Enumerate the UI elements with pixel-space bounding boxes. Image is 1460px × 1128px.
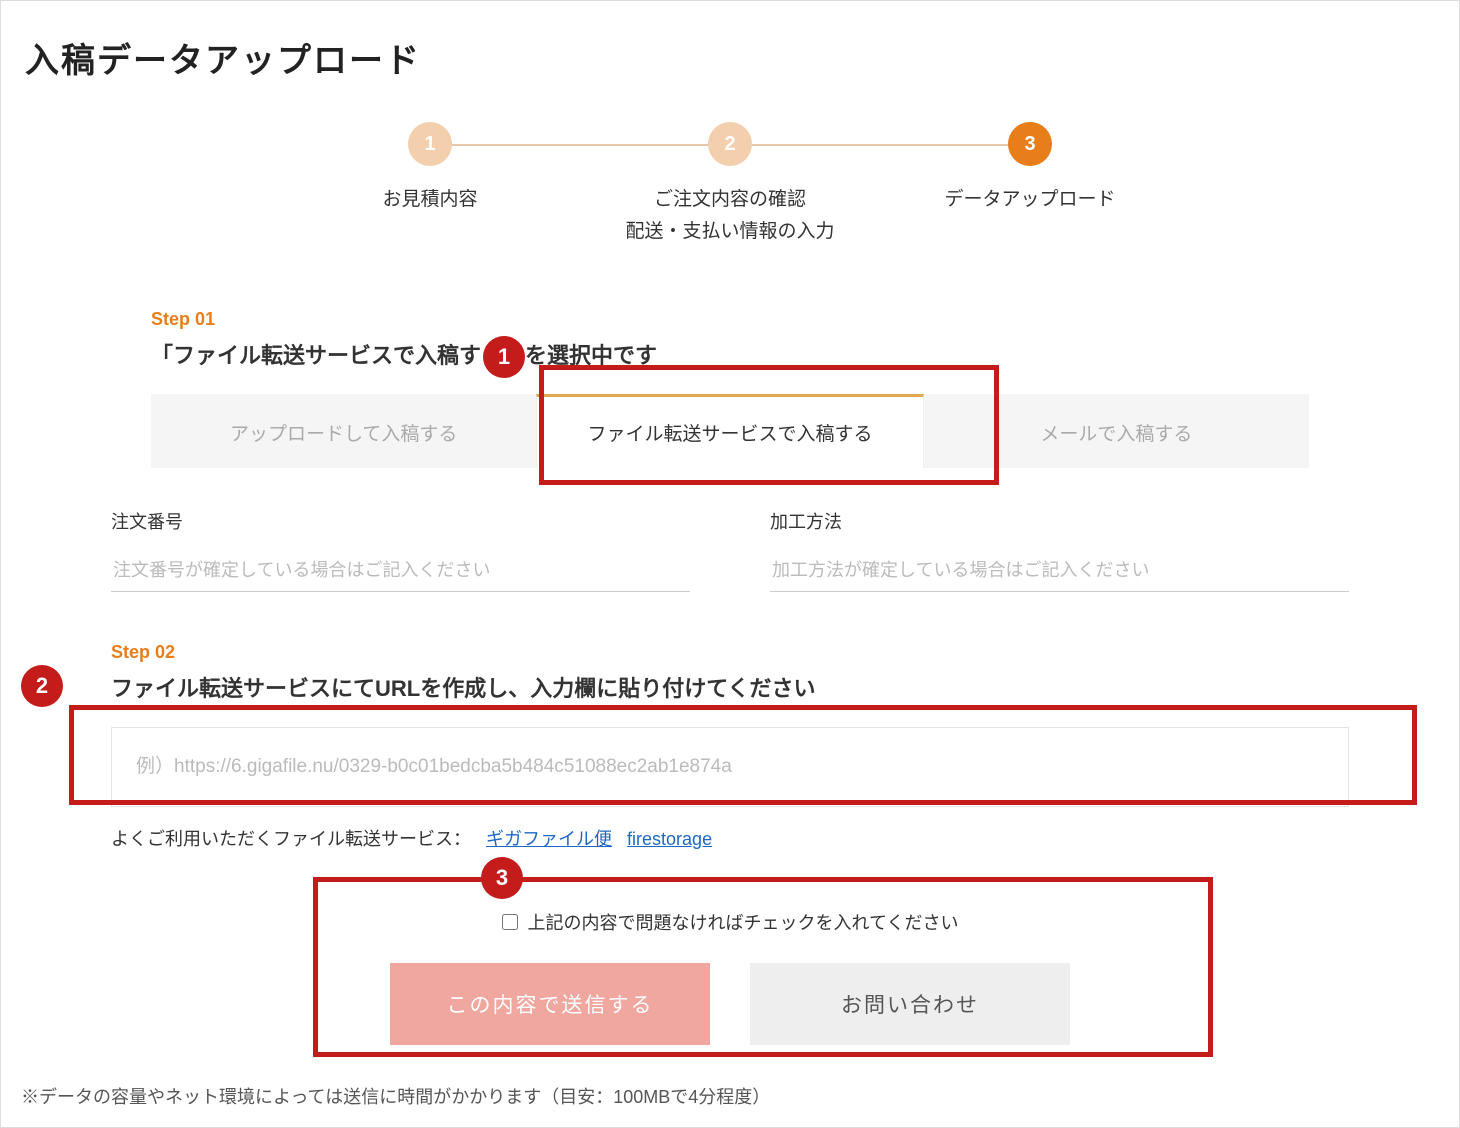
inquiry-button[interactable]: お問い合わせ bbox=[750, 963, 1070, 1045]
step-3: 3 データアップロード bbox=[880, 122, 1180, 216]
submit-button[interactable]: この内容で送信する bbox=[390, 963, 710, 1045]
annotation-marker-3: 3 bbox=[481, 857, 523, 899]
step-2-label: ご注文内容の確認 配送・支払い情報の入力 bbox=[625, 184, 834, 249]
link-gigafile[interactable]: ギガファイル便 bbox=[486, 829, 612, 849]
link-firestorage[interactable]: firestorage bbox=[627, 829, 712, 849]
order-number-label: 注文番号 bbox=[111, 508, 690, 534]
confirm-checkbox-label: 上記の内容で問題なければチェックを入れてください bbox=[528, 909, 959, 935]
step-1-label: お見積内容 bbox=[382, 184, 477, 216]
confirm-checkbox[interactable] bbox=[502, 914, 518, 930]
processing-method-field: 加工方法 bbox=[770, 508, 1349, 592]
order-number-field: 注文番号 bbox=[111, 508, 690, 592]
step-3-circle: 3 bbox=[1008, 122, 1052, 166]
order-number-input[interactable] bbox=[111, 550, 690, 592]
service-links-label: よくご利用いただくファイル転送サービス： bbox=[111, 829, 471, 849]
step-2-circle: 2 bbox=[708, 122, 752, 166]
upload-method-tabs: アップロードして入稿する ファイル転送サービスで入稿する メールで入稿する bbox=[151, 394, 1309, 468]
transfer-url-input[interactable] bbox=[111, 727, 1349, 807]
tab-email[interactable]: メールで入稿する bbox=[924, 394, 1309, 468]
page-title: 入稿データアップロード bbox=[25, 33, 1439, 82]
progress-stepper: 1 お見積内容 2 ご注文内容の確認 配送・支払い情報の入力 3 データアップロ… bbox=[21, 122, 1439, 249]
step02-heading: ファイル転送サービスにてURLを作成し、入力欄に貼り付けてください bbox=[111, 671, 1349, 703]
step-3-label: データアップロード bbox=[944, 184, 1115, 216]
service-links-line: よくご利用いただくファイル転送サービス： ギガファイル便 firestorage bbox=[111, 825, 1349, 851]
processing-method-input[interactable] bbox=[770, 550, 1349, 592]
step01-number: Step 01 bbox=[151, 309, 1309, 330]
confirm-checkbox-line[interactable]: 上記の内容で問題なければチェックを入れてください bbox=[390, 909, 1070, 935]
step-1: 1 お見積内容 bbox=[280, 122, 580, 216]
annotation-marker-1: 1 bbox=[483, 336, 525, 378]
step02-number: Step 02 bbox=[111, 642, 1349, 663]
tab-file-transfer[interactable]: ファイル転送サービスで入稿する bbox=[536, 394, 923, 468]
annotation-marker-2: 2 bbox=[21, 665, 63, 707]
step-2: 2 ご注文内容の確認 配送・支払い情報の入力 bbox=[580, 122, 880, 249]
step-1-circle: 1 bbox=[408, 122, 452, 166]
tab-upload-direct[interactable]: アップロードして入稿する bbox=[151, 394, 536, 468]
footnote-text: ※データの容量やネット環境によっては送信に時間がかかります（目安：100MBで4… bbox=[21, 1083, 770, 1109]
step01-heading: 「ファイル転送サービスで入稿する」を選択中です bbox=[151, 338, 1309, 370]
processing-method-label: 加工方法 bbox=[770, 508, 1349, 534]
submit-area: 上記の内容で問題なければチェックを入れてください この内容で送信する お問い合わ… bbox=[350, 881, 1110, 1081]
